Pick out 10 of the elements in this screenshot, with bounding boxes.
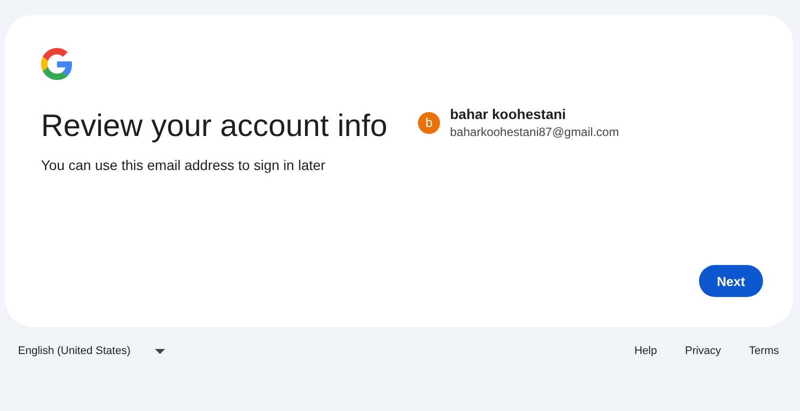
subtitle: You can use this email address to sign in later (41, 157, 326, 173)
account-name: bahar koohestani (450, 106, 567, 122)
page-title: Review your account info (41, 107, 388, 145)
account-email: baharkoohestani87@gmail.com (450, 125, 619, 139)
footer-link[interactable]: Help (634, 345, 657, 357)
footer-link[interactable]: Privacy (684, 345, 722, 357)
avatar: b (418, 112, 440, 134)
next-button[interactable]: Next (699, 265, 763, 297)
footer-link[interactable]: Terms (749, 345, 779, 357)
language-selector[interactable]: English (United States) (18, 345, 164, 357)
